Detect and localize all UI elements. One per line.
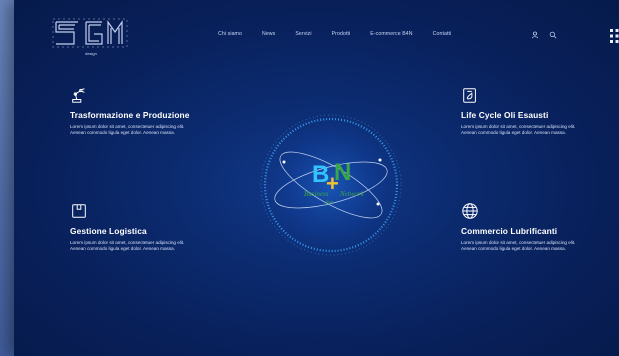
oil-recycle-icon [463, 88, 476, 103]
orbit-dot [282, 160, 286, 164]
nav-chi-siamo[interactable]: Chi siamo [218, 31, 242, 37]
logo-n: N [334, 159, 351, 186]
box-icon [72, 204, 86, 218]
b4n-hero-graphic: B + N Business Network for [249, 103, 413, 267]
feature-logistica[interactable]: Gestione Logistica Lorem ipsum dolor sit… [70, 202, 220, 252]
globe-icon [462, 203, 478, 219]
orbit-dot [378, 158, 382, 162]
feature-text: Lorem ipsum dolor sit amet, consectetuer… [461, 240, 576, 252]
nav-prodotti[interactable]: Prodotti [332, 31, 351, 37]
sgm-logo[interactable]: design [50, 14, 132, 60]
feature-commercio[interactable]: Commercio Lubrificanti Lorem ipsum dolor… [461, 202, 611, 252]
nav-news[interactable]: News [262, 31, 275, 37]
nav-contatti[interactable]: Contatti [433, 31, 452, 37]
logo-subtext: design [85, 51, 97, 56]
feature-title: Trasformazione e Produzione [70, 110, 190, 120]
orbit-dot [376, 202, 380, 206]
tagline-for: for [326, 199, 334, 206]
feature-title: Gestione Logistica [70, 226, 147, 236]
feature-life-cycle[interactable]: Life Cycle Oli Esausti Lorem ipsum dolor… [461, 86, 611, 136]
feature-text: Lorem ipsum dolor sit amet, consectetuer… [70, 240, 185, 252]
feature-text: Lorem ipsum dolor sit amet, consectetuer… [461, 124, 576, 136]
feature-title: Life Cycle Oli Esausti [461, 110, 549, 120]
nav-servizi[interactable]: Servizi [295, 31, 311, 37]
robot-arm-icon [72, 88, 85, 103]
nav-tools [531, 31, 557, 39]
feature-text: Lorem ipsum dolor sit amet, consectetuer… [70, 124, 185, 136]
nav-ecommerce-b4n[interactable]: E-commerce B4N [370, 31, 412, 37]
tagline-left: Business [304, 190, 329, 198]
search-icon[interactable] [549, 31, 557, 39]
user-icon[interactable] [531, 31, 539, 39]
website-screen: design Chi siamo News Servizi Prodotti E… [14, 0, 619, 356]
feature-title: Commercio Lubrificanti [461, 226, 558, 236]
main-nav: Chi siamo News Servizi Prodotti E-commer… [218, 31, 451, 37]
tagline-right: Network [339, 190, 365, 198]
feature-trasformazione[interactable]: Trasformazione e Produzione Lorem ipsum … [70, 86, 220, 136]
grid-menu-icon[interactable] [610, 29, 619, 43]
